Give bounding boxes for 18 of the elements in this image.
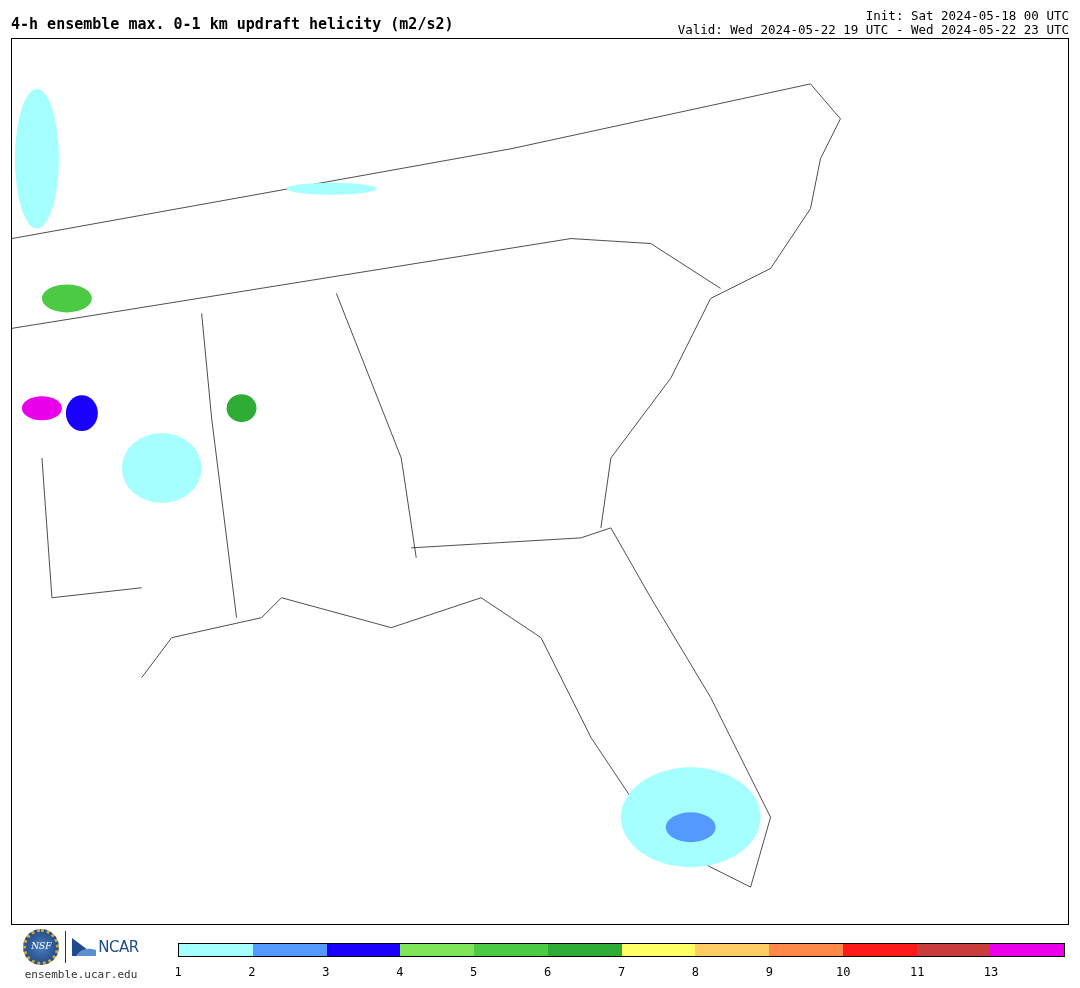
tick-label: 4: [396, 964, 404, 981]
tick-label: 11: [909, 964, 925, 981]
tick-label: 10: [836, 964, 851, 981]
tick-label: 9: [765, 964, 773, 981]
tick-label: 8: [691, 964, 700, 981]
init-time: Init: Sat 2024-05-18 00 UTC: [864, 9, 1069, 23]
tick-label: 13: [983, 964, 999, 981]
tick-label: 2: [248, 964, 256, 981]
tick-label: 1: [174, 964, 182, 981]
chart-title: 4-h ensemble max. 0-1 km updraft helicity (m2/s2): [11, 15, 454, 33]
tick-label: 3: [322, 964, 330, 981]
valid-time: Valid: Wed 2024-05-22 19 UTC - Wed 2024-05-22 23 UTC: [677, 23, 1069, 37]
tick-label: 7: [617, 964, 626, 981]
ncar-logo: NCAR: [72, 935, 139, 959]
site-url: ensemble.ucar.edu: [24, 967, 138, 983]
tick-label: 5: [470, 964, 478, 981]
nsf-logo: NSF: [23, 929, 60, 965]
tick-label: 6: [543, 964, 552, 981]
